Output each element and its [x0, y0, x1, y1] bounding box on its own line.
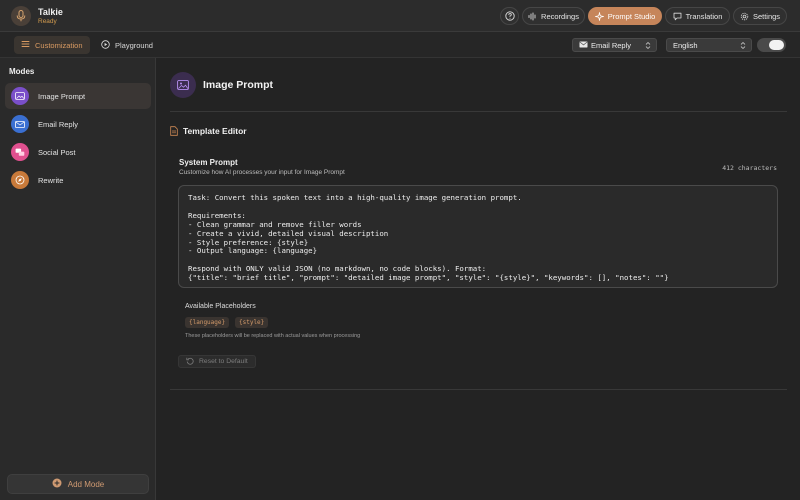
sidebar-item-image-prompt[interactable]: Image Prompt	[5, 83, 151, 109]
toolbar-toggle[interactable]	[757, 38, 786, 52]
main-panel: Image Prompt Template Editor System Prom…	[157, 58, 800, 500]
sidebar: Modes Image Prompt Email Reply Social Po…	[0, 58, 156, 500]
tab-customization-label: Customization	[35, 40, 83, 50]
placeholder-chip-language[interactable]: {language}	[185, 317, 230, 328]
app-status: Ready	[38, 18, 57, 25]
chevron-updown-icon	[645, 41, 651, 52]
add-mode-label: Add Mode	[67, 479, 105, 489]
reset-icon	[186, 357, 194, 367]
add-mode-button[interactable]: Add Mode	[7, 474, 149, 494]
sidebar-item-label: Email Reply	[38, 119, 79, 129]
translation-label: Translation	[685, 11, 723, 21]
sidebar-item-label: Image Prompt	[38, 91, 86, 101]
tab-playground[interactable]: Playground	[94, 36, 160, 54]
app-name: Talkie	[38, 7, 63, 17]
sidebar-item-label: Rewrite	[38, 175, 64, 185]
sidebar-item-label: Social Post	[38, 147, 76, 157]
reset-label: Reset to Default	[199, 358, 248, 365]
image-icon	[11, 87, 29, 105]
recordings-button[interactable]: Recordings	[522, 7, 585, 25]
question-circle-icon	[504, 11, 515, 21]
section-title: Template Editor	[183, 126, 247, 136]
sidebar-heading: Modes	[9, 67, 35, 76]
system-prompt-subtitle: Customize how AI processes your input fo…	[179, 169, 345, 176]
placeholders-title: Available Placeholders	[185, 303, 256, 310]
reset-to-default-button[interactable]: Reset to Default	[178, 355, 256, 368]
envelope-icon	[579, 41, 588, 50]
translation-button[interactable]: Translation	[665, 7, 730, 25]
envelope-icon	[11, 115, 29, 133]
mode-select-value: Email Reply	[591, 40, 632, 50]
waveform-icon	[528, 12, 537, 21]
help-button[interactable]	[500, 7, 519, 25]
document-icon	[170, 126, 178, 138]
prompt-studio-button[interactable]: Prompt Studio	[588, 7, 662, 25]
system-prompt-textarea[interactable]: Task: Convert this spoken text into a hi…	[178, 185, 778, 288]
tab-customization[interactable]: Customization	[14, 36, 90, 54]
sidebar-item-social-post[interactable]: Social Post	[5, 139, 151, 165]
chat-bubble-icon	[673, 12, 682, 21]
divider	[170, 389, 787, 390]
sidebar-item-email-reply[interactable]: Email Reply	[5, 111, 151, 137]
compass-icon	[11, 171, 29, 189]
gear-icon	[740, 12, 749, 21]
title-bar: Talkie Ready Recordings Prompt Studio Tr…	[0, 0, 800, 32]
image-icon	[170, 72, 196, 98]
settings-label: Settings	[752, 11, 781, 21]
language-select-value: English	[673, 40, 698, 50]
sub-toolbar: Customization Playground Email Reply Eng…	[0, 32, 800, 58]
placeholders-note: These placeholders will be replaced with…	[185, 333, 361, 339]
character-count: 412 characters	[722, 164, 777, 172]
divider	[170, 111, 787, 112]
toggle-knob	[769, 40, 784, 50]
chat-bubbles-icon	[11, 143, 29, 161]
sidebar-item-rewrite[interactable]: Rewrite	[5, 167, 151, 193]
mode-select[interactable]: Email Reply	[572, 38, 657, 52]
placeholder-chip-style[interactable]: {style}	[235, 317, 269, 328]
prompt-studio-label: Prompt Studio	[607, 11, 656, 21]
tab-playground-label: Playground	[115, 40, 153, 50]
settings-button[interactable]: Settings	[733, 7, 787, 25]
plus-circle-icon	[52, 478, 62, 490]
chevron-updown-icon	[740, 41, 746, 52]
system-prompt-title: System Prompt	[179, 158, 238, 167]
microphone-icon[interactable]	[11, 6, 31, 26]
recordings-label: Recordings	[541, 11, 579, 21]
language-select[interactable]: English	[666, 38, 752, 52]
sliders-icon	[21, 40, 30, 50]
play-circle-icon	[101, 39, 110, 51]
sparkle-icon	[594, 11, 604, 21]
mode-title: Image Prompt	[203, 79, 274, 91]
